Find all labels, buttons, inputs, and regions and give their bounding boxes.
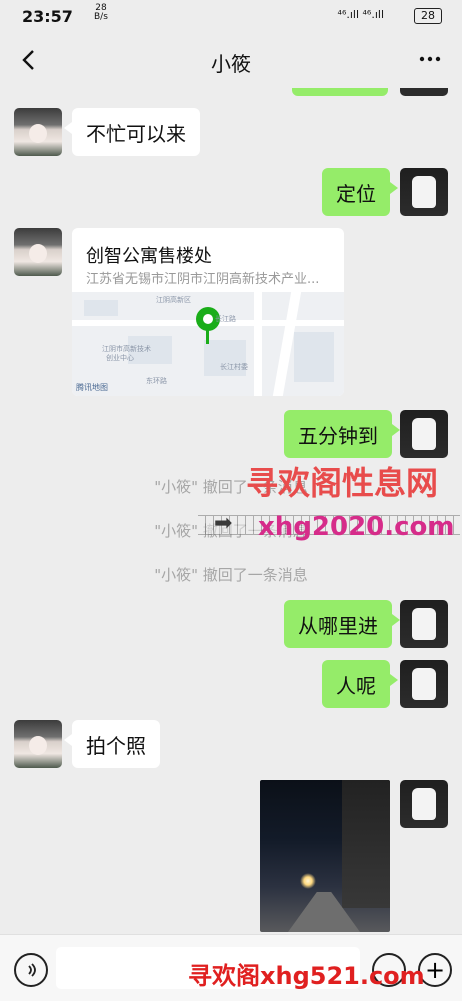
status-time: 23:57 xyxy=(22,7,73,26)
self-avatar[interactable] xyxy=(400,660,448,708)
location-map[interactable]: 江阴高新区 江阴市高新技术 创业中心 长江路 东环路 长江村委 腾讯地图 xyxy=(72,292,344,396)
more-button[interactable] xyxy=(414,47,446,71)
map-label: 江阴高新区 xyxy=(156,296,191,304)
location-card[interactable]: 创智公寓售楼处 江苏省无锡市江阴市江阴高新技术产业... 江阴高新区 江阴市高新… xyxy=(72,228,344,396)
image-message[interactable] xyxy=(260,780,390,932)
map-label: 东环路 xyxy=(146,377,167,385)
map-label: 长江路 xyxy=(215,315,236,323)
recall-notice: "小筱" 撤回了一条消息 xyxy=(154,566,308,584)
message-bubble-right[interactable]: 人呢 xyxy=(322,660,398,708)
more-dots-icon xyxy=(419,56,441,62)
chat-title: 小筱 xyxy=(211,52,251,76)
contact-avatar[interactable] xyxy=(14,228,62,276)
previous-message-tail xyxy=(292,88,388,96)
message-bubble-right[interactable]: 五分钟到 xyxy=(284,410,400,458)
message-bubble-left[interactable]: 拍个照 xyxy=(64,720,160,768)
map-label: 长江村委 xyxy=(220,363,248,371)
voice-icon xyxy=(28,963,36,977)
self-avatar[interactable] xyxy=(400,168,448,216)
map-logo: 腾讯地图 xyxy=(76,383,108,392)
chat-header: 小筱 xyxy=(0,32,462,88)
watermark-bottom: 寻欢阁xhg521.com xyxy=(188,962,425,990)
previous-avatar-tail xyxy=(400,88,448,96)
self-avatar[interactable] xyxy=(400,600,448,648)
signal-icon: ⁴⁶.ıll ⁴⁶.ıll xyxy=(337,8,384,21)
message-bubble-left[interactable]: 不忙可以来 xyxy=(64,108,200,156)
network-rate-unit: B/s xyxy=(94,12,108,22)
voice-button[interactable] xyxy=(14,953,48,987)
watermark-url: xhg2020.com xyxy=(258,512,455,542)
self-avatar[interactable] xyxy=(400,780,448,828)
battery-icon: 28 xyxy=(414,8,442,24)
map-label: 创业中心 xyxy=(106,354,134,362)
watermark-site-name: 寻欢阁性息网 xyxy=(246,464,439,502)
location-title: 创智公寓售楼处 xyxy=(86,246,212,267)
self-avatar[interactable] xyxy=(400,410,448,458)
network-rate: 28 B/s xyxy=(94,4,108,22)
status-bar: 23:57 28 B/s ⁴⁶.ıll ⁴⁶.ıll 28 xyxy=(0,0,462,32)
location-address: 江苏省无锡市江阴市江阴高新技术产业... xyxy=(86,272,320,287)
message-bubble-right[interactable]: 从哪里进 xyxy=(284,600,400,648)
watermark-arrow-icon: ➡ xyxy=(214,511,233,536)
contact-avatar[interactable] xyxy=(14,720,62,768)
contact-avatar[interactable] xyxy=(14,108,62,156)
message-bubble-right[interactable]: 定位 xyxy=(322,168,398,216)
